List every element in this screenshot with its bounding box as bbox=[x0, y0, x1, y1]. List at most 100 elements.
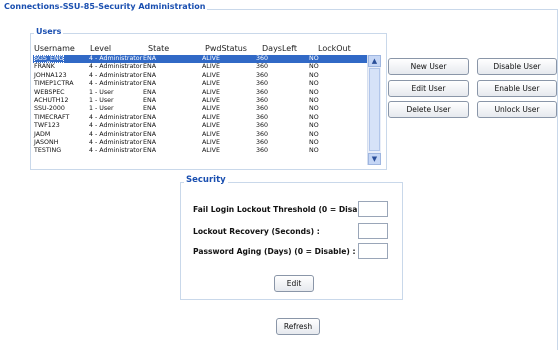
disable-user-button[interactable]: Disable User bbox=[477, 58, 557, 75]
user-cell: 4 - Administrator bbox=[89, 122, 143, 130]
delete-user-button[interactable]: Delete User bbox=[388, 101, 469, 118]
user-cell: 4 - Administrator bbox=[89, 130, 143, 138]
user-cell: 4 - Administrator bbox=[89, 80, 143, 88]
user-cell: 4 - Administrator bbox=[89, 113, 143, 121]
unlock-user-button[interactable]: Unlock User bbox=[477, 101, 557, 118]
user-cell: NO bbox=[309, 96, 319, 104]
user-cell: ALIVE bbox=[202, 71, 220, 79]
user-cell: WEBSPEC bbox=[34, 88, 65, 96]
security-edit-button[interactable]: Edit bbox=[274, 275, 314, 292]
user-row[interactable]: TESTING 4 - Administrator ENA ALIVE 360 NO bbox=[33, 147, 370, 155]
user-cell: NO bbox=[309, 130, 319, 138]
user-row[interactable]: FRANK 4 - Administrator ENA ALIVE 360 NO bbox=[33, 63, 370, 71]
user-cell: NO bbox=[309, 63, 319, 71]
user-cell: ALIVE bbox=[202, 96, 220, 104]
user-row[interactable]: SGS_ENG 4 - Administrator ENA ALIVE 360 NO bbox=[33, 55, 370, 64]
user-cell: ENA bbox=[143, 138, 156, 146]
user-cell: ALIVE bbox=[202, 55, 220, 62]
user-row[interactable]: JADM 4 - Administrator ENA ALIVE 360 NO bbox=[33, 131, 370, 139]
column-header-lockout: LockOut bbox=[318, 44, 351, 53]
user-cell: ENA bbox=[143, 63, 156, 71]
user-cell: ENA bbox=[143, 147, 156, 155]
user-row[interactable]: ACHUTH12 1 - User ENA ALIVE 360 NO bbox=[33, 97, 370, 105]
user-cell: ALIVE bbox=[202, 63, 220, 71]
user-cell: ALIVE bbox=[202, 105, 220, 113]
user-cell: NO bbox=[309, 80, 319, 88]
user-cell: JASONH bbox=[34, 138, 59, 146]
user-row[interactable]: JASONH 4 - Administrator ENA ALIVE 360 NO bbox=[33, 139, 370, 147]
user-cell: NO bbox=[309, 105, 319, 113]
user-cell: ALIVE bbox=[202, 80, 220, 88]
user-row[interactable]: TIMEP1CTRA 4 - Administrator ENA ALIVE 360 NO bbox=[33, 80, 370, 88]
user-cell: ENA bbox=[143, 105, 156, 113]
users-legend: Users bbox=[34, 27, 64, 36]
enable-user-button[interactable]: Enable User bbox=[477, 80, 557, 97]
password-aging-label: Password Aging (Days) (0 = Disable) : bbox=[193, 247, 356, 256]
new-user-button[interactable]: New User bbox=[388, 58, 469, 75]
user-cell: 4 - Administrator bbox=[89, 55, 143, 62]
user-cell: NO bbox=[309, 138, 319, 146]
user-cell: ACHUTH12 bbox=[34, 96, 69, 104]
user-cell: 4 - Administrator bbox=[89, 138, 143, 146]
user-cell: JADM bbox=[34, 130, 51, 138]
user-cell: 360 bbox=[256, 63, 269, 71]
user-cell: 360 bbox=[256, 113, 269, 121]
user-cell: ALIVE bbox=[202, 113, 220, 121]
user-cell: 360 bbox=[256, 96, 269, 104]
user-row[interactable]: TWF123 4 - Administrator ENA ALIVE 360 NO bbox=[33, 122, 370, 130]
user-cell: ENA bbox=[143, 122, 156, 130]
lockout-recovery-input[interactable] bbox=[358, 223, 388, 239]
user-cell: NO bbox=[309, 147, 319, 155]
scroll-thumb[interactable] bbox=[369, 68, 380, 151]
user-cell: 360 bbox=[256, 55, 269, 62]
user-cell: SSU-2000 bbox=[34, 105, 65, 113]
column-header-daysleft: DaysLeft bbox=[262, 44, 298, 53]
scroll-down-icon[interactable]: ▼ bbox=[368, 153, 381, 165]
user-cell: NO bbox=[309, 122, 319, 130]
user-row[interactable]: JOHNA123 4 - Administrator ENA ALIVE 360 NO bbox=[33, 72, 370, 80]
column-header-pwdstatus: PwdStatus bbox=[205, 44, 247, 53]
security-legend: Security bbox=[184, 175, 228, 185]
user-cell: 360 bbox=[256, 80, 269, 88]
user-cell: ALIVE bbox=[202, 130, 220, 138]
user-listbox[interactable]: SGS_ENG 4 - Administrator ENA ALIVE 360 NO FRA… bbox=[33, 55, 370, 165]
column-header-state: State bbox=[148, 44, 170, 53]
user-cell: 360 bbox=[256, 122, 269, 130]
user-cell: NO bbox=[309, 88, 319, 96]
user-cell: ALIVE bbox=[202, 122, 220, 130]
user-cell: 4 - Administrator bbox=[89, 147, 143, 155]
user-row[interactable]: TIMECRAFT 4 - Administrator ENA ALIVE 360 NO bbox=[33, 114, 370, 122]
user-cell: ENA bbox=[143, 88, 156, 96]
fail-login-threshold-input[interactable] bbox=[358, 201, 388, 217]
user-cell: 4 - Administrator bbox=[89, 63, 143, 71]
user-cell: 1 - User bbox=[89, 105, 114, 113]
user-cell: FRANK bbox=[34, 63, 55, 71]
user-cell: 360 bbox=[256, 130, 269, 138]
user-cell: ALIVE bbox=[202, 147, 220, 155]
user-cell: 360 bbox=[256, 71, 269, 79]
user-row[interactable]: WEBSPEC 1 - User ENA ALIVE 360 NO bbox=[33, 89, 370, 97]
scroll-up-icon[interactable]: ▲ bbox=[368, 55, 381, 67]
user-cell: ENA bbox=[143, 80, 156, 88]
user-cell: TIMEP1CTRA bbox=[34, 80, 74, 88]
password-aging-input[interactable] bbox=[358, 243, 388, 259]
refresh-button[interactable]: Refresh bbox=[276, 318, 320, 335]
user-cell: JOHNA123 bbox=[34, 71, 67, 79]
user-row[interactable]: SSU-2000 1 - User ENA ALIVE 360 NO bbox=[33, 105, 370, 113]
user-cell: TIMECRAFT bbox=[34, 113, 70, 121]
user-cell: NO bbox=[309, 71, 319, 79]
user-cell: NO bbox=[309, 113, 319, 121]
user-cell: ALIVE bbox=[202, 138, 220, 146]
user-list-scrollbar[interactable]: ▲ ▼ bbox=[367, 55, 381, 165]
user-cell: ENA bbox=[143, 71, 156, 79]
user-cell: ALIVE bbox=[202, 88, 220, 96]
user-cell: 360 bbox=[256, 88, 269, 96]
user-cell: 360 bbox=[256, 105, 269, 113]
user-cell: TWF123 bbox=[34, 122, 60, 130]
column-header-level: Level bbox=[90, 44, 112, 53]
user-cell: ENA bbox=[143, 96, 156, 104]
user-cell: 1 - User bbox=[89, 96, 114, 104]
lockout-recovery-label: Lockout Recovery (Seconds) : bbox=[193, 227, 320, 236]
user-cell: 1 - User bbox=[89, 88, 114, 96]
edit-user-button[interactable]: Edit User bbox=[388, 80, 469, 97]
